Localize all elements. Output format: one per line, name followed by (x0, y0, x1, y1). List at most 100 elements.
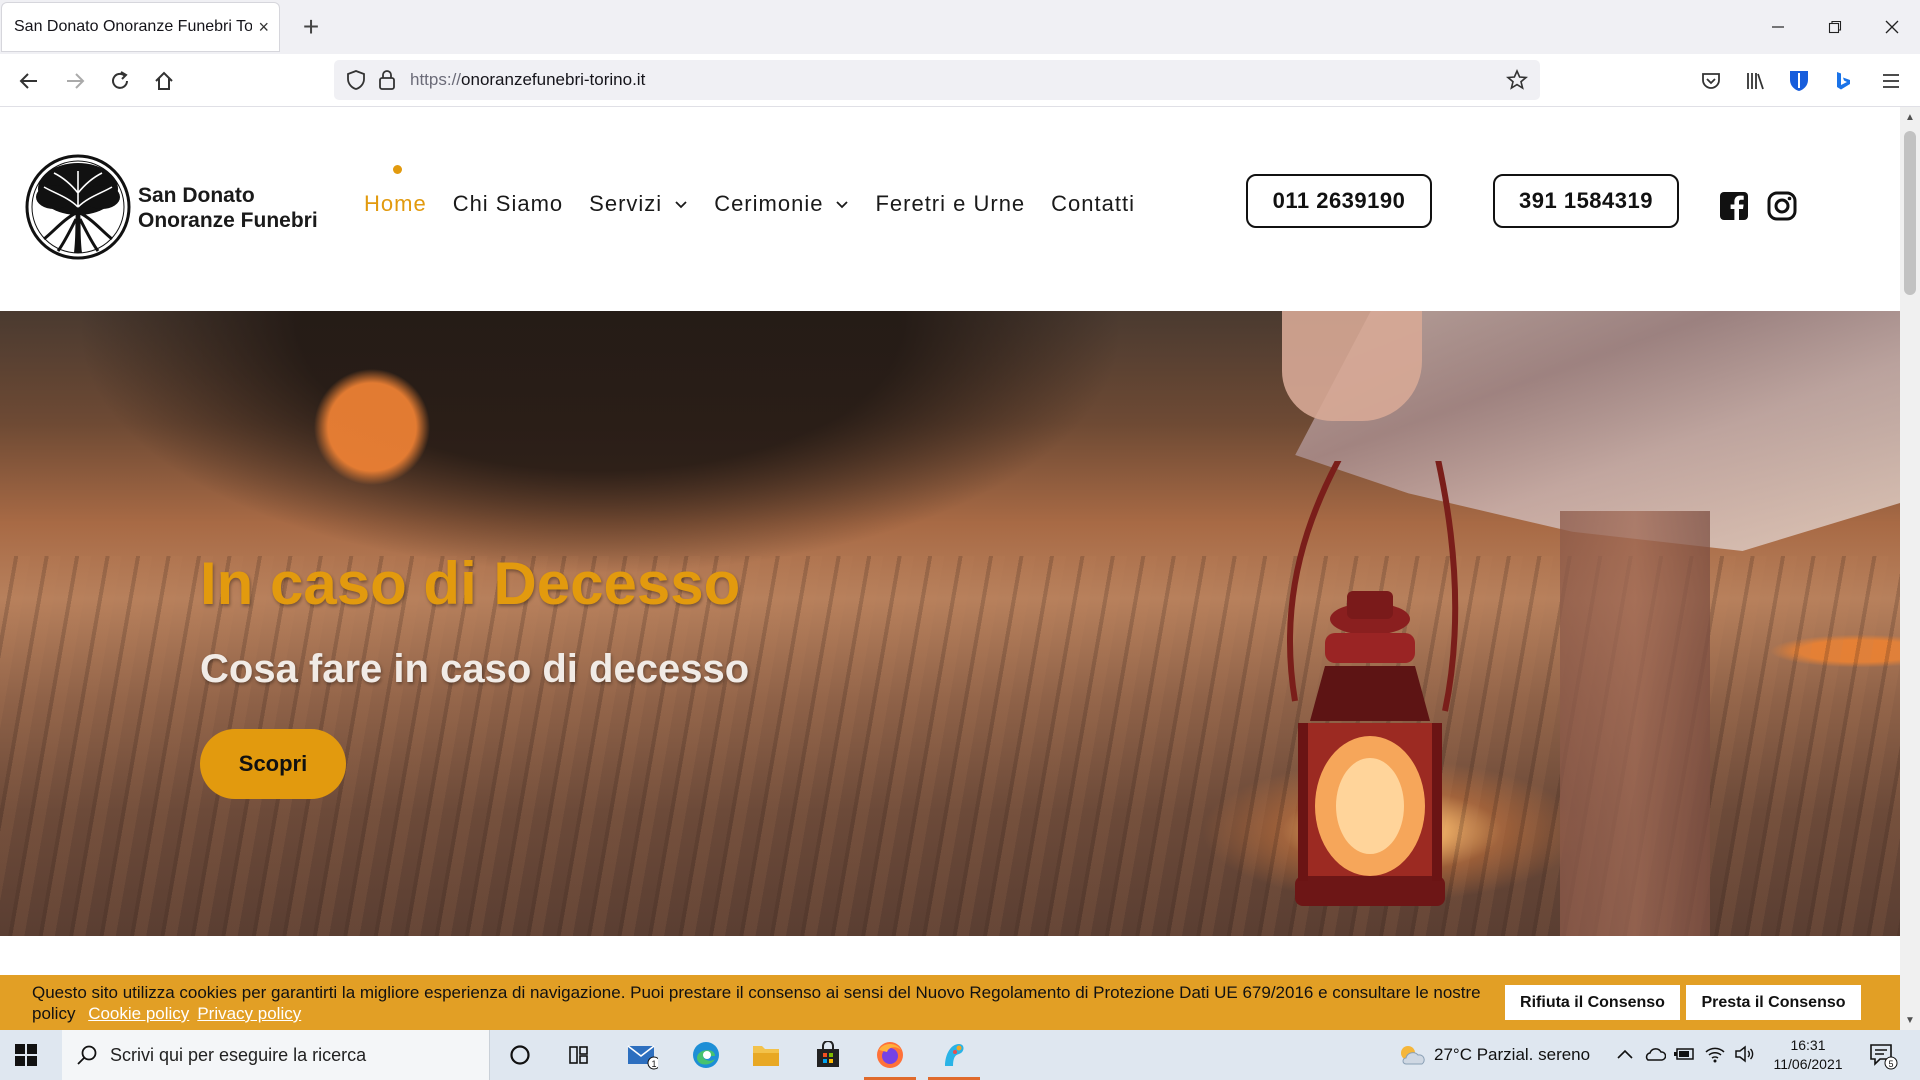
wifi-icon[interactable] (1704, 1044, 1726, 1064)
menu-item-feretri-e-urne[interactable]: Feretri e Urne (875, 191, 1025, 217)
menu-item-label: Cerimonie (714, 191, 824, 216)
notification-center-icon[interactable]: 5 (1868, 1042, 1898, 1070)
facebook-icon[interactable] (1719, 191, 1749, 221)
weather-partly-sunny-icon[interactable] (1396, 1042, 1426, 1068)
scroll-down-arrow-icon[interactable]: ▼ (1900, 1010, 1920, 1030)
minimize-button[interactable] (1749, 0, 1806, 54)
menu-item-label: Feretri e Urne (875, 191, 1026, 216)
mail-app-button[interactable]: 1 (626, 1039, 658, 1071)
hero-hand-graphic (1282, 311, 1422, 421)
reload-icon (112, 71, 128, 89)
cortana-circle-icon (510, 1045, 530, 1065)
new-tab-button[interactable]: + (294, 10, 328, 44)
firefox-app-button[interactable] (874, 1039, 906, 1071)
mail-icon: 1 (627, 1045, 658, 1070)
scrollbar-thumb[interactable] (1904, 131, 1916, 295)
bing-button[interactable] (1828, 66, 1858, 96)
search-icon (77, 1045, 97, 1065)
search-placeholder: Scrivi qui per eseguire la ricerca (110, 1044, 367, 1065)
back-button[interactable] (14, 66, 44, 96)
browser-toolbar: https://onoranzefunebri-torino.it (0, 54, 1920, 107)
lantern-illustration (1286, 461, 1459, 906)
menu-item-contatti[interactable]: Contatti (1051, 191, 1135, 217)
pocket-button[interactable] (1696, 66, 1726, 96)
clock-time: 16:31 (1790, 1037, 1826, 1053)
paint-brush-icon (945, 1044, 964, 1066)
phone-button-landline[interactable]: 011 2639190 (1246, 174, 1432, 228)
privacy-policy-link[interactable]: Privacy policy (197, 1004, 301, 1023)
forward-button[interactable] (60, 66, 90, 96)
home-button[interactable] (149, 66, 179, 96)
system-clock[interactable]: 16:31 11/06/2021 (1766, 1036, 1850, 1074)
onedrive-cloud-icon[interactable] (1644, 1045, 1666, 1063)
reject-consent-button[interactable]: Rifiuta il Consenso (1505, 985, 1680, 1020)
bitwarden-shield-icon (1790, 71, 1808, 91)
bookmark-star-icon (1506, 69, 1528, 90)
logo-line-1: San Donato (138, 184, 255, 207)
tree-of-life-logo-icon[interactable] (24, 153, 132, 261)
weather-text[interactable]: 27°C Parzial. sereno (1434, 1045, 1590, 1065)
back-arrow-icon (19, 73, 37, 89)
windows-start-icon[interactable] (14, 1043, 38, 1067)
paint-app-button[interactable] (938, 1039, 970, 1071)
tab-close-icon[interactable]: × (258, 17, 269, 38)
menu-button[interactable] (1876, 66, 1906, 96)
menu-item-label: Contatti (1051, 191, 1135, 216)
battery-icon[interactable] (1674, 1046, 1696, 1062)
firefox-icon (877, 1042, 903, 1068)
volume-icon[interactable] (1734, 1044, 1756, 1064)
file-explorer-button[interactable] (750, 1039, 782, 1071)
instagram-icon[interactable] (1767, 191, 1797, 221)
menu-item-chi-siamo[interactable]: Chi Siamo (453, 191, 563, 217)
active-indicator-dot (393, 165, 402, 174)
home-icon (155, 71, 173, 90)
chevron-down-icon (675, 201, 687, 209)
hamburger-menu-icon (1883, 74, 1899, 88)
main-menu: Home Chi Siamo Servizi Cerimonie Feretri… (364, 165, 1161, 217)
menu-item-servizi[interactable]: Servizi (589, 191, 688, 217)
library-icon (1747, 73, 1764, 90)
close-icon (1885, 20, 1898, 34)
cookie-notice: Questo sito utilizza cookies per garanti… (32, 982, 1482, 1024)
task-view-icon (569, 1046, 588, 1064)
hero-banner: In caso di Decesso Cosa fare in caso di … (0, 311, 1900, 936)
scopri-button[interactable]: Scopri (200, 729, 346, 799)
hero-subtitle: Cosa fare in caso di decesso (200, 647, 750, 691)
close-window-button[interactable] (1863, 0, 1920, 54)
task-view-button[interactable] (564, 1039, 596, 1071)
extension-button[interactable] (1784, 66, 1814, 96)
browser-tab[interactable]: San Donato Onoranze Funebri Torino × (2, 3, 279, 51)
store-app-button[interactable] (812, 1039, 844, 1071)
page-scrollbar[interactable]: ▲ ▼ (1900, 107, 1920, 1030)
edge-app-button[interactable] (690, 1039, 722, 1071)
restore-button[interactable] (1806, 0, 1863, 54)
cookie-policy-link[interactable]: Cookie policy (88, 1004, 189, 1023)
pocket-icon (1702, 73, 1720, 89)
phone-button-mobile[interactable]: 391 1584319 (1493, 174, 1679, 228)
taskbar-search-box[interactable]: Scrivi qui per eseguire la ricerca (62, 1030, 490, 1080)
web-page: San Donato Onoranze Funebri Home Chi Sia… (0, 107, 1900, 1030)
accept-consent-button[interactable]: Presta il Consenso (1686, 985, 1861, 1020)
minimize-icon (1771, 26, 1784, 28)
store-bag-icon (817, 1041, 839, 1067)
site-header: San Donato Onoranze Funebri Home Chi Sia… (0, 107, 1900, 311)
scroll-up-arrow-icon[interactable]: ▲ (1900, 107, 1920, 127)
menu-item-cerimonie[interactable]: Cerimonie (714, 191, 849, 217)
cortana-button[interactable] (504, 1039, 536, 1071)
library-button[interactable] (1740, 66, 1770, 96)
windows-taskbar: Scrivi qui per eseguire la ricerca 1 27°… (0, 1030, 1920, 1080)
cookie-consent-bar: Questo sito utilizza cookies per garanti… (0, 975, 1900, 1030)
mail-badge: 1 (651, 1059, 656, 1069)
edge-icon (693, 1042, 719, 1068)
tab-title: San Donato Onoranze Funebri Torino (14, 18, 253, 35)
menu-item-home[interactable]: Home (364, 165, 427, 217)
shield-icon (347, 70, 365, 90)
restore-icon (1828, 20, 1841, 34)
forward-arrow-icon (67, 73, 85, 89)
address-bar[interactable]: https://onoranzefunebri-torino.it (334, 60, 1540, 100)
folder-icon (753, 1046, 779, 1066)
site-logo-text[interactable]: San Donato Onoranze Funebri (138, 183, 318, 233)
reload-button[interactable] (105, 66, 135, 96)
chevron-up-icon[interactable] (1616, 1047, 1634, 1061)
logo-line-2: Onoranze Funebri (138, 209, 318, 232)
